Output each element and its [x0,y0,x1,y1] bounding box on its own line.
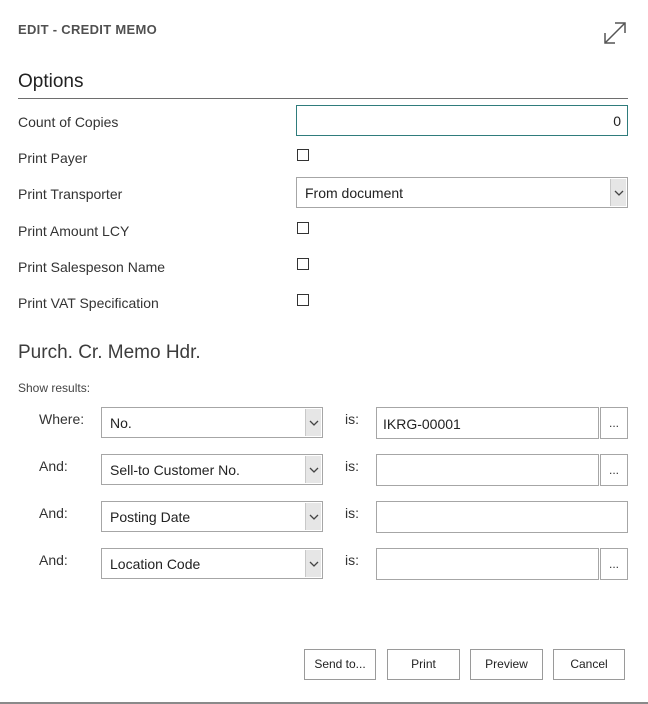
chevron-down-icon[interactable] [305,550,321,577]
filter-row-2-field-select[interactable]: Sell-to Customer No. [101,454,323,485]
expand-arrows-icon[interactable] [601,19,629,47]
filter-row-1-is-label: is: [345,411,359,427]
filter-row-1-field-select[interactable]: No. [101,407,323,438]
print-salesperson-name-label: Print Salespeson Name [18,259,166,275]
filter-row-4-field-select[interactable]: Location Code [101,548,323,579]
chevron-down-icon[interactable] [305,456,321,483]
filter-row-4-assist-button[interactable]: ... [600,548,628,580]
preview-button[interactable]: Preview [470,649,543,680]
filter-row-2-is-label: is: [345,458,359,474]
show-results-label: Show results: [18,381,91,395]
print-amount-lcy-label: Print Amount LCY [18,223,130,239]
filter-row-2-assist-button[interactable]: ... [600,454,628,486]
count-of-copies-input[interactable] [297,106,627,135]
filter-row-3-prefix: And: [39,505,68,521]
filter-row-4-field: Location Code [110,556,201,572]
filter-row-3-value-input[interactable] [376,501,628,533]
request-page-dialog: EDIT - CREDIT MEMO Options Count of Copi… [0,0,648,704]
filter-row-1-assist-button[interactable]: ... [600,407,628,439]
print-payer-label: Print Payer [18,150,88,166]
print-salesperson-name-checkbox[interactable] [297,258,309,270]
send-to-button[interactable]: Send to... [304,649,376,680]
print-amount-lcy-checkbox[interactable] [297,222,309,234]
filter-row-4-value-input[interactable] [376,548,599,580]
filter-row-3-field: Posting Date [110,509,191,525]
filter-row-1-value-input[interactable]: IKRG-00001 [376,407,599,439]
options-section-title: Options [18,71,84,92]
count-of-copies-field[interactable] [296,105,628,136]
dialog-caption: EDIT - CREDIT MEMO [18,22,158,37]
filter-row-1-prefix: Where: [39,411,85,427]
print-vat-specification-label: Print VAT Specification [18,295,159,311]
chevron-down-icon[interactable] [305,503,321,530]
cancel-button[interactable]: Cancel [553,649,625,680]
filter-row-4-is-label: is: [345,552,359,568]
filter-row-2-field: Sell-to Customer No. [110,462,240,478]
chevron-down-icon[interactable] [305,409,321,436]
options-divider [18,98,628,99]
filter-row-3-field-select[interactable]: Posting Date [101,501,323,532]
filter-section-title: Purch. Cr. Memo Hdr. [18,342,201,363]
print-vat-specification-checkbox[interactable] [297,294,309,306]
print-transporter-value: From document [305,185,404,201]
filter-row-2-value-input[interactable] [376,454,599,486]
filter-row-4-prefix: And: [39,552,68,568]
chevron-down-icon[interactable] [610,179,626,206]
filter-row-1-value: IKRG-00001 [383,416,461,432]
print-transporter-label: Print Transporter [18,186,123,202]
print-payer-checkbox[interactable] [297,149,309,161]
filter-row-3-is-label: is: [345,505,359,521]
print-transporter-select[interactable]: From document [296,177,628,208]
filter-row-2-prefix: And: [39,458,68,474]
count-of-copies-label: Count of Copies [18,114,119,130]
filter-row-1-field: No. [110,415,132,431]
print-button[interactable]: Print [387,649,460,680]
